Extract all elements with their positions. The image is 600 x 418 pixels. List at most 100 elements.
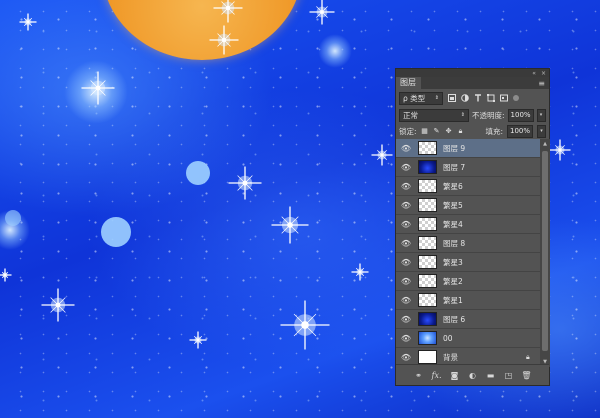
tab-layers[interactable]: 图层 bbox=[396, 77, 421, 89]
image-filter-icon[interactable] bbox=[448, 94, 456, 102]
visibility-eye-icon[interactable]: 👁︎ bbox=[396, 201, 416, 210]
layer-lock-icon: 🔒︎ bbox=[526, 352, 530, 361]
filter-kind-label: ρ 类型 bbox=[403, 93, 426, 103]
smart-object-filter-icon[interactable] bbox=[500, 94, 508, 102]
layer-thumbnail[interactable] bbox=[418, 293, 437, 307]
layer-filter-row: ρ 类型 ⇕ bbox=[396, 89, 549, 107]
layer-name[interactable]: 图层 8 bbox=[443, 238, 540, 249]
layer-name[interactable]: 繁星3 bbox=[443, 257, 540, 268]
filter-kind-select[interactable]: ρ 类型 ⇕ bbox=[399, 91, 443, 105]
layer-thumbnail[interactable] bbox=[418, 331, 437, 345]
sparkle-star bbox=[351, 263, 369, 281]
close-icon[interactable]: × bbox=[541, 70, 546, 77]
lock-transparent-pixels-icon[interactable]: ▦ bbox=[421, 127, 429, 135]
layer-thumbnail[interactable] bbox=[418, 255, 437, 269]
sparkle-star bbox=[41, 288, 75, 322]
chevron-down-icon: ⇕ bbox=[434, 94, 439, 101]
add-mask-icon[interactable]: ◙ bbox=[450, 370, 460, 380]
layer-thumbnail[interactable] bbox=[418, 217, 437, 231]
link-layers-icon[interactable]: ⚭ bbox=[414, 370, 424, 380]
fx-icon[interactable]: fx. bbox=[432, 370, 442, 380]
panel-footer: ⚭ fx. ◙ ◐ ▬ ◳ 🗑︎ bbox=[396, 364, 549, 385]
opacity-input[interactable]: 100% bbox=[507, 108, 534, 122]
layer-thumbnail[interactable] bbox=[418, 274, 437, 288]
visibility-eye-icon[interactable]: 👁︎ bbox=[396, 315, 416, 324]
layer-name[interactable]: 图层 7 bbox=[443, 162, 540, 173]
panel-menu-icon[interactable]: ≡ bbox=[538, 79, 549, 89]
visibility-eye-icon[interactable]: 👁︎ bbox=[396, 296, 416, 305]
delete-layer-icon[interactable]: 🗑︎ bbox=[521, 370, 531, 380]
filter-toggle-icon[interactable] bbox=[513, 95, 519, 101]
new-group-icon[interactable]: ▬ bbox=[486, 370, 496, 380]
visibility-eye-icon[interactable]: 👁︎ bbox=[396, 277, 416, 286]
fill-dropdown-icon[interactable]: ▾ bbox=[537, 124, 546, 138]
scrollbar-thumb[interactable] bbox=[542, 151, 548, 351]
layer-row[interactable]: 👁︎ 图层 7 bbox=[396, 158, 540, 177]
sparkle-star bbox=[189, 331, 207, 349]
layer-row[interactable]: 👁︎ 繁星5 bbox=[396, 196, 540, 215]
fill-label: 填充: bbox=[485, 126, 503, 136]
layer-name[interactable]: 背景 bbox=[443, 352, 526, 363]
layer-row[interactable]: 👁︎ 00 bbox=[396, 329, 540, 348]
visibility-eye-icon[interactable]: 👁︎ bbox=[396, 239, 416, 248]
sparkle-star bbox=[271, 206, 309, 244]
layers-scrollbar[interactable]: ▲ ▼ bbox=[540, 139, 550, 367]
layer-thumbnail[interactable] bbox=[418, 179, 437, 193]
layer-thumbnail[interactable] bbox=[418, 312, 437, 326]
sparkle-star bbox=[309, 0, 335, 25]
layer-thumbnail[interactable] bbox=[418, 350, 437, 364]
visibility-eye-icon[interactable]: 👁︎ bbox=[396, 220, 416, 229]
layer-row[interactable]: 👁︎ 图层 8 bbox=[396, 234, 540, 253]
type-filter-icon[interactable] bbox=[474, 94, 482, 102]
visibility-eye-icon[interactable]: 👁︎ bbox=[396, 182, 416, 191]
layer-name[interactable]: 繁星2 bbox=[443, 276, 540, 287]
shape-filter-icon[interactable] bbox=[487, 94, 495, 102]
sparkle-star bbox=[228, 166, 262, 200]
layer-name[interactable]: 图层 6 bbox=[443, 314, 540, 325]
fill-input[interactable]: 100% bbox=[506, 124, 533, 138]
layer-name[interactable]: 繁星4 bbox=[443, 219, 540, 230]
layer-row[interactable]: 👁︎ 繁星1 bbox=[396, 291, 540, 310]
layer-row[interactable]: 👁︎ 图层 6 bbox=[396, 310, 540, 329]
layer-thumbnail[interactable] bbox=[418, 160, 437, 174]
visibility-eye-icon[interactable]: 👁︎ bbox=[396, 334, 416, 343]
layer-thumbnail[interactable] bbox=[418, 198, 437, 212]
layer-name[interactable]: 繁星1 bbox=[443, 295, 540, 306]
visibility-eye-icon[interactable]: 👁︎ bbox=[396, 163, 416, 172]
layer-row[interactable]: 👁︎ 繁星6 bbox=[396, 177, 540, 196]
lock-position-icon[interactable]: ✥ bbox=[445, 127, 453, 135]
blend-mode-label: 正常 bbox=[403, 110, 418, 120]
sparkle-star bbox=[371, 144, 393, 166]
layer-row[interactable]: 👁︎ 繁星3 bbox=[396, 253, 540, 272]
collapse-icon[interactable]: « bbox=[532, 70, 536, 77]
layer-thumbnail[interactable] bbox=[418, 141, 437, 155]
scroll-up-icon[interactable]: ▲ bbox=[541, 140, 549, 148]
adjustment-layer-icon[interactable]: ◐ bbox=[468, 370, 478, 380]
opacity-dropdown-icon[interactable]: ▾ bbox=[536, 108, 546, 122]
visibility-eye-icon[interactable]: 👁︎ bbox=[396, 353, 416, 362]
lock-all-icon[interactable]: 🔒︎ bbox=[457, 127, 465, 135]
layer-row[interactable]: 👁︎ 繁星2 bbox=[396, 272, 540, 291]
sparkle-star bbox=[549, 139, 571, 161]
sparkle-star bbox=[209, 25, 239, 55]
layer-name[interactable]: 图层 9 bbox=[443, 143, 540, 154]
adjustment-filter-icon[interactable] bbox=[461, 94, 469, 102]
layers-list: 👁︎ 图层 9 👁︎ 图层 7 👁︎ 繁星6 👁︎ 繁星5 👁︎ 繁星4 👁︎ 图层 8 👁︎ 繁星3 👁︎… bbox=[396, 139, 540, 367]
blend-mode-select[interactable]: 正常 ⇕ bbox=[399, 108, 469, 122]
visibility-eye-icon[interactable]: 👁︎ bbox=[396, 258, 416, 267]
visibility-eye-icon[interactable]: 👁︎ bbox=[396, 144, 416, 153]
panel-title-strip: « × bbox=[396, 69, 549, 77]
layer-row[interactable]: 👁︎ 图层 9 bbox=[396, 139, 540, 158]
layer-row[interactable]: 👁︎ 繁星4 bbox=[396, 215, 540, 234]
layers-panel: « × 图层 ≡ ρ 类型 ⇕ 正常 ⇕ 不透明度: 100% ▾ 锁定: ▦ … bbox=[395, 68, 550, 386]
layer-name[interactable]: 繁星5 bbox=[443, 200, 540, 211]
opacity-label: 不透明度: bbox=[472, 110, 505, 120]
layer-name[interactable]: 00 bbox=[443, 334, 540, 343]
lock-image-pixels-icon[interactable]: ✎ bbox=[433, 127, 441, 135]
sparkle-star bbox=[81, 71, 115, 105]
sparkle-star bbox=[213, 0, 243, 23]
new-layer-icon[interactable]: ◳ bbox=[504, 370, 514, 380]
layer-name[interactable]: 繁星6 bbox=[443, 181, 540, 192]
layer-thumbnail[interactable] bbox=[418, 236, 437, 250]
sparkle-star bbox=[19, 13, 37, 31]
